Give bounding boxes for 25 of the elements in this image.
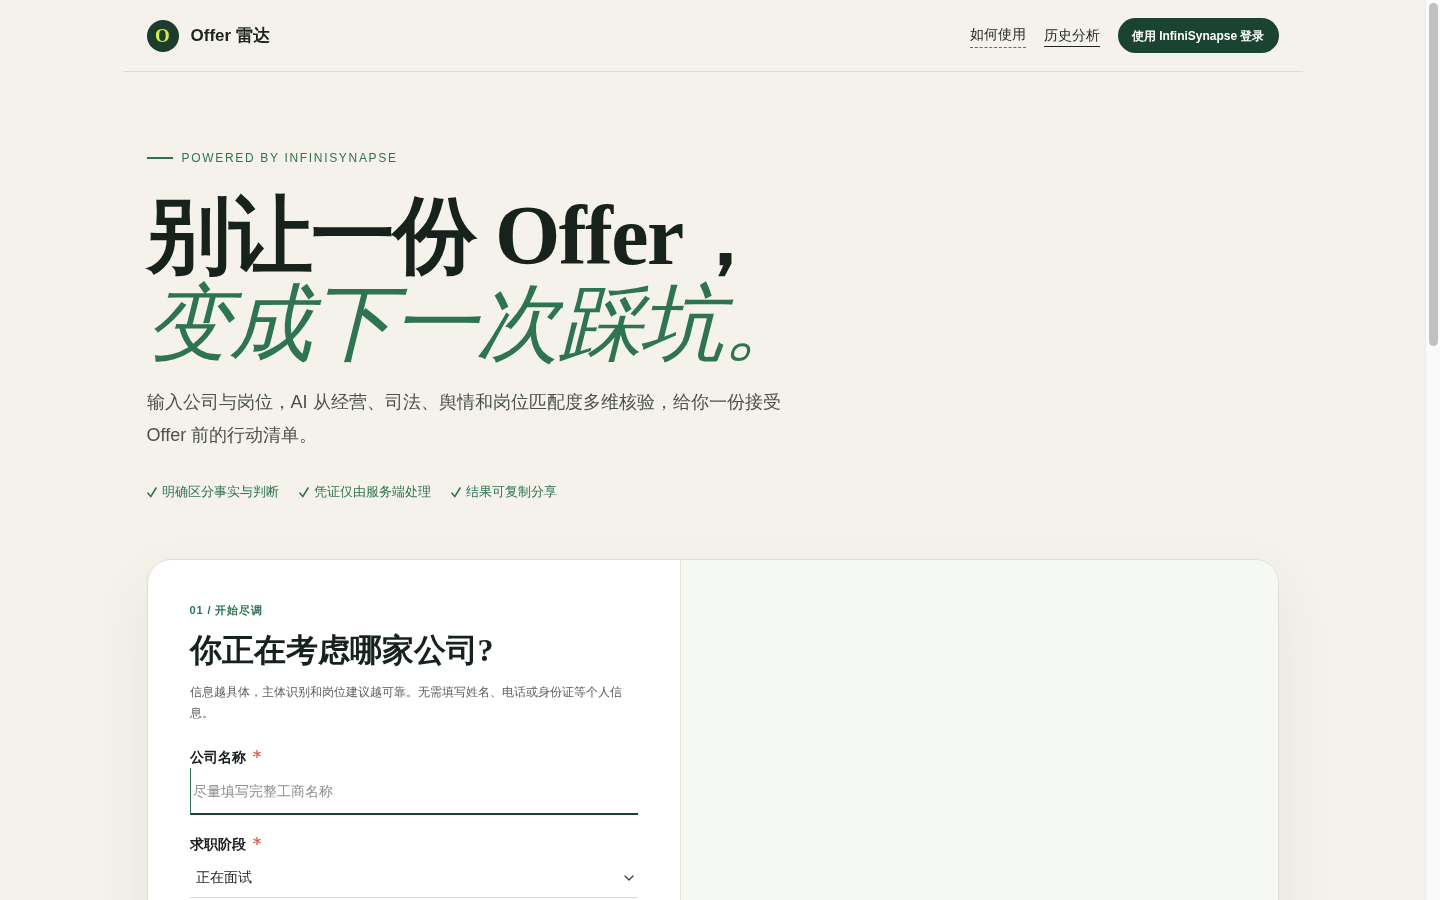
nav-link[interactable]: 如何使用: [969, 23, 1026, 48]
login-button[interactable]: 使用 InfiniSynapse 登录: [1117, 18, 1279, 53]
headline-accent: 变成下一次踩坑。: [146, 280, 806, 368]
form-heading: 你正在考虑哪家公司?: [189, 631, 495, 670]
step-label: 01 / 开始尽调: [189, 603, 264, 618]
brand-name: Offer 雷达: [190, 24, 270, 47]
nav-link[interactable]: 历史分析: [1043, 24, 1100, 47]
stage-select[interactable]: 正在面试: [189, 858, 638, 898]
feature-point: 结果可复制分享: [465, 483, 557, 501]
chevron-down-icon: [623, 874, 634, 881]
feature-point: 明确区分事实与判断: [161, 483, 279, 501]
check-icon: [298, 486, 309, 498]
company-name-input[interactable]: 尽量填写完整工商名称: [189, 768, 638, 815]
check-icon: [146, 486, 157, 498]
field-label: 求职阶段: [189, 835, 246, 854]
feature-point: 凭证仅由服务端处理: [313, 483, 431, 501]
brand-logo: O: [146, 19, 179, 52]
eyebrow-text: POWERED BY INFINISYNAPSE: [181, 150, 398, 167]
field-label: 公司名称: [189, 748, 246, 767]
form-description: 信息越具体，主体识别和岗位建议越可靠。无需填写姓名、电话或身份证等个人信息。: [189, 684, 623, 722]
hero-description: 输入公司与岗位，AI 从经营、司法、舆情和岗位匹配度多维核验，给你一份接受 Offer 前的行动清单。: [146, 391, 782, 447]
headline: 别让一份 Offer，: [146, 192, 765, 280]
check-icon: [450, 486, 461, 498]
scrollbar-thumb[interactable]: [1429, 3, 1438, 346]
accent-rule: [146, 157, 173, 159]
